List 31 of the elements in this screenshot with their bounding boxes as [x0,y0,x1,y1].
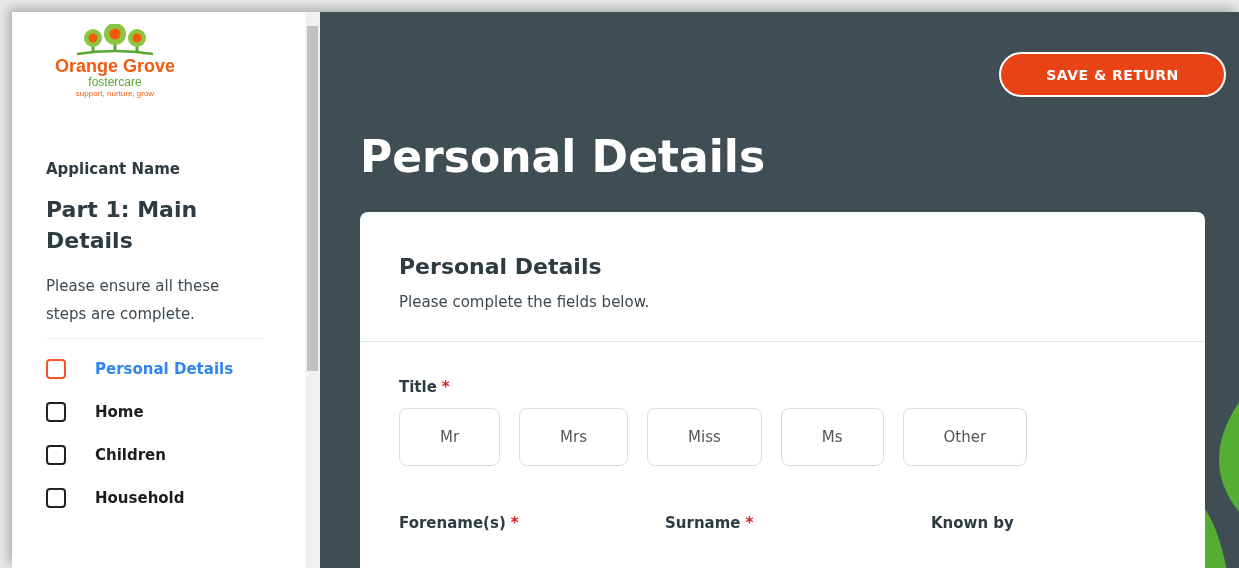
title-option[interactable]: Mr [399,408,501,466]
field-label: Known by [931,514,1014,532]
logo-tagline: support, nurture, grow [75,89,155,98]
step-link[interactable]: Home [95,403,144,421]
step-checkbox[interactable] [46,359,66,379]
step-checkbox[interactable] [46,402,66,422]
applicant-name: Applicant Name [46,160,181,178]
logo-name: Orange Grove [54,56,175,76]
step-checkbox[interactable] [46,445,66,465]
page-title: Personal Details [360,131,767,182]
title-option[interactable]: Ms [780,408,884,466]
logo-subtitle: fostercare [88,76,142,89]
required-mark: * [441,378,450,396]
card-subtitle: Please complete the fields below. [399,293,651,311]
required-mark: * [745,514,754,532]
step-checkbox[interactable] [46,488,66,508]
title-option[interactable]: Other [902,408,1028,466]
card-title: Personal Details [399,254,603,279]
intro-text: Please ensure all these steps are complete. [46,272,264,339]
title-option[interactable]: Mrs [519,408,629,466]
field-label: Forename(s) [399,514,506,532]
field-label: Surname [665,514,741,532]
step-link[interactable]: Personal Details [95,360,234,378]
title-option[interactable]: Miss [647,408,762,466]
required-mark: * [510,514,519,532]
save-return-button[interactable]: SAVE & RETURN [999,52,1226,97]
part-title: Part 1: Main Details [46,196,199,255]
field-label: Title [399,378,437,396]
scrollbar[interactable] [305,12,320,568]
step-link[interactable]: Household [95,489,185,507]
step-link[interactable]: Children [95,446,166,464]
